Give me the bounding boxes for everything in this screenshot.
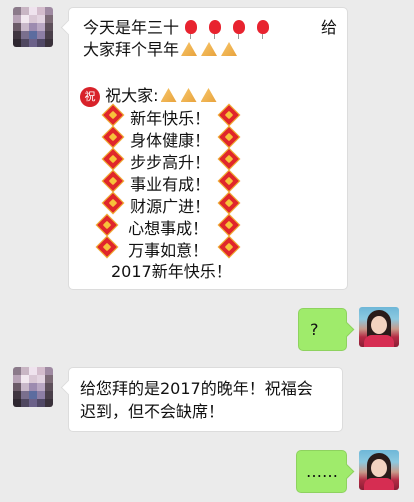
fu-diamond-icon (217, 103, 241, 127)
blessing-text: 新年快乐！ (130, 109, 211, 128)
message-text: 迟到，但不会缺席！ (80, 402, 225, 421)
bubble-tail (60, 379, 77, 396)
fu-diamond-icon (217, 191, 241, 215)
message-text: 大家拜个早年 (83, 40, 180, 59)
message-text: 2017新年快乐！ (111, 262, 232, 281)
bubble-tail (60, 19, 77, 36)
red-balloon-icon (185, 20, 198, 39)
fu-diamond-icon (95, 235, 119, 259)
message-line: 给 (321, 17, 337, 39)
blessing-text: 万事如意！ (128, 241, 209, 260)
message-bubble-incoming[interactable]: 给您拜的是2017的晚年！祝福会 迟到，但不会缺席！ (60, 367, 343, 432)
praying-hands-icon (180, 88, 197, 102)
message-text: ? (310, 320, 319, 339)
avatar-face (371, 459, 387, 477)
message-bubble-incoming[interactable]: 今天是年三十 给 大家拜个早年 祝 祝大家: 新年快乐！ 身体健康！ 步步高升！… (60, 7, 348, 290)
fu-diamond-icon (95, 213, 119, 237)
message-text: 给您拜的是2017的晚年！祝福会 (80, 379, 313, 398)
praying-hands-icon (181, 42, 198, 56)
fu-diamond-icon (217, 147, 241, 171)
blessing-line: 心想事成！ (95, 213, 241, 240)
message-bubble-outgoing[interactable]: ? (298, 308, 355, 351)
message-text: …… (306, 462, 338, 481)
avatar-body (364, 478, 394, 490)
fu-diamond-icon (217, 213, 241, 237)
message-text: 今天是年三十 (83, 18, 180, 37)
message-line: 祝 祝大家: (80, 85, 219, 107)
red-balloon-icon (257, 20, 270, 39)
message-text: 给 (321, 18, 338, 37)
zhu-badge-icon: 祝 (80, 87, 100, 107)
contact-avatar[interactable] (13, 7, 53, 47)
message-line: 今天是年三十 (83, 17, 275, 39)
blessing-line: 财源广进！ (101, 191, 241, 218)
pixelated-avatar-image (13, 7, 53, 47)
fu-diamond-icon (217, 169, 241, 193)
blessing-text: 心想事成！ (128, 219, 209, 238)
avatar-face (371, 316, 387, 334)
message-line: 大家拜个早年 (83, 39, 239, 61)
fu-diamond-icon (101, 191, 125, 215)
blessing-line: 新年快乐！ (101, 103, 241, 130)
blessing-text: 事业有成！ (130, 175, 211, 194)
praying-hands-icon (160, 88, 177, 102)
blessing-text: 身体健康！ (130, 131, 211, 150)
bubble-tail (338, 463, 355, 480)
user-avatar[interactable] (359, 307, 399, 347)
fu-diamond-icon (101, 125, 125, 149)
praying-hands-icon (221, 42, 238, 56)
blessing-line: 步步高升！ (101, 147, 241, 174)
bubble-tail (338, 321, 355, 338)
blessing-line: 事业有成！ (101, 169, 241, 196)
avatar-body (364, 335, 394, 347)
blessing-text: 财源广进！ (130, 197, 211, 216)
red-balloon-icon (209, 20, 222, 39)
fu-diamond-icon (101, 103, 125, 127)
message-text: 祝大家: (105, 86, 159, 105)
fu-diamond-icon (217, 125, 241, 149)
message-line: 2017新年快乐！ (111, 261, 232, 283)
red-balloon-icon (233, 20, 246, 39)
praying-hands-icon (201, 42, 218, 56)
fu-diamond-icon (217, 235, 241, 259)
contact-avatar[interactable] (13, 367, 53, 407)
blessing-line: 身体健康！ (101, 125, 241, 152)
praying-hands-icon (200, 88, 217, 102)
blessing-line: 万事如意！ (95, 235, 241, 262)
pixelated-avatar-image (13, 367, 53, 407)
user-avatar[interactable] (359, 450, 399, 490)
fu-diamond-icon (101, 169, 125, 193)
message-bubble-outgoing[interactable]: …… (296, 450, 355, 493)
blessing-text: 步步高升！ (130, 153, 211, 172)
fu-diamond-icon (101, 147, 125, 171)
